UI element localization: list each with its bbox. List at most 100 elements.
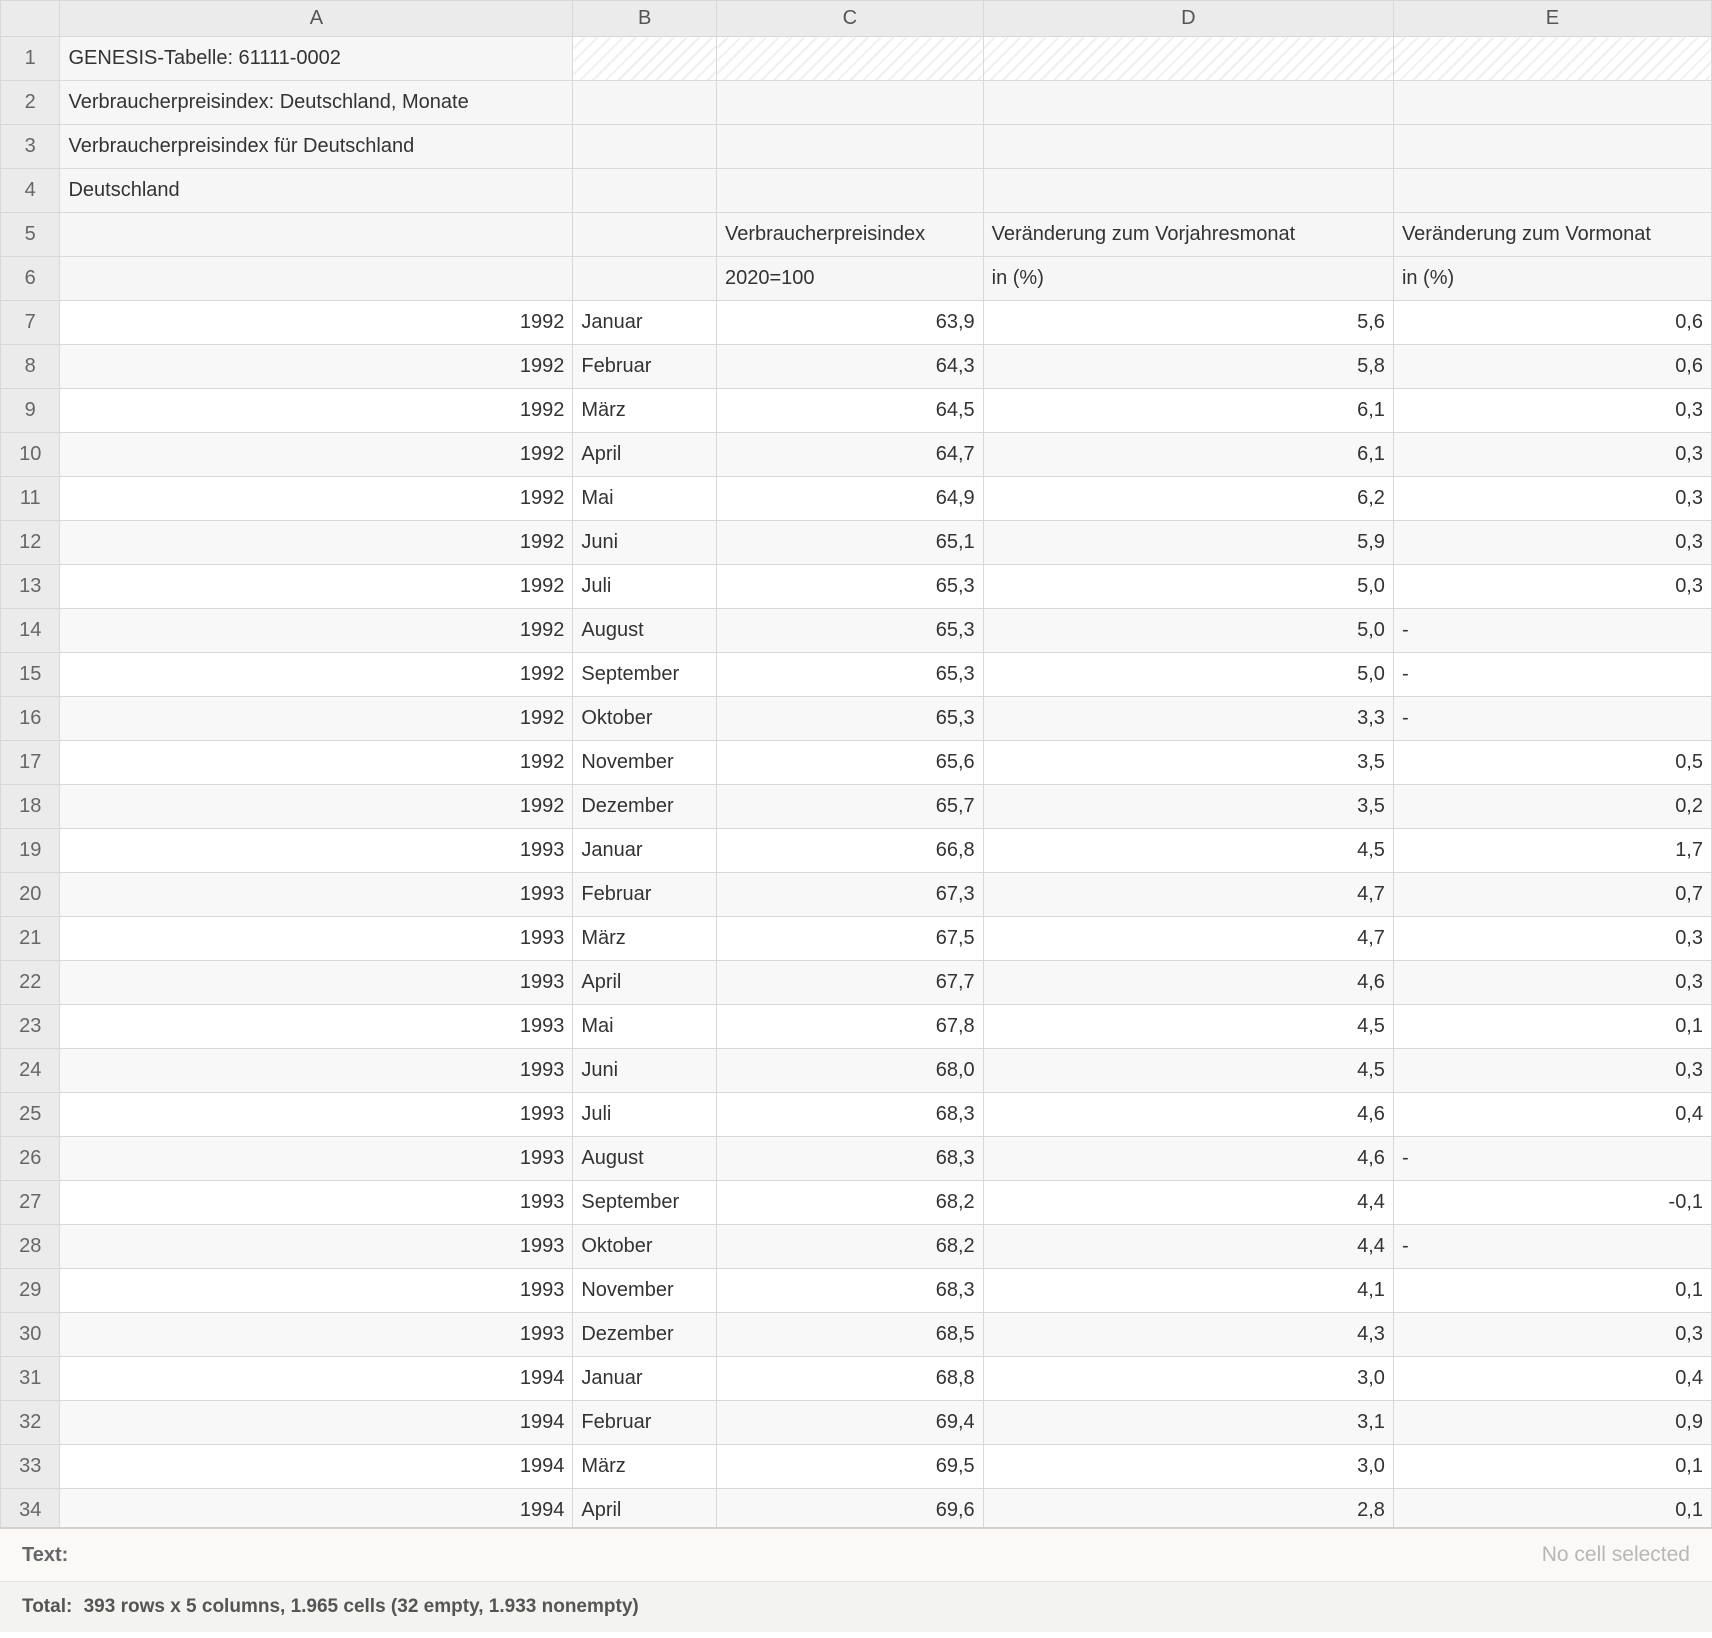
- cell[interactable]: -: [1393, 697, 1711, 741]
- cell[interactable]: 3,0: [983, 1357, 1393, 1401]
- row-header[interactable]: 27: [1, 1181, 60, 1225]
- row-header[interactable]: 26: [1, 1137, 60, 1181]
- cell[interactable]: 68,0: [716, 1049, 983, 1093]
- cell[interactable]: 6,1: [983, 433, 1393, 477]
- cell[interactable]: Veränderung zum Vormonat: [1393, 213, 1711, 257]
- cell[interactable]: Februar: [573, 1401, 717, 1445]
- cell[interactable]: 1993: [60, 873, 573, 917]
- cell[interactable]: 1993: [60, 1313, 573, 1357]
- cell[interactable]: 1992: [60, 653, 573, 697]
- cell[interactable]: 68,5: [716, 1313, 983, 1357]
- cell[interactable]: 1992: [60, 521, 573, 565]
- cell[interactable]: Verbraucherpreisindex für Deutschland: [60, 125, 573, 169]
- cell[interactable]: August: [573, 1137, 717, 1181]
- cell[interactable]: 1992: [60, 609, 573, 653]
- cell[interactable]: Januar: [573, 1357, 717, 1401]
- cell[interactable]: 6,1: [983, 389, 1393, 433]
- cell[interactable]: [573, 213, 717, 257]
- cell[interactable]: 67,5: [716, 917, 983, 961]
- cell[interactable]: 2020=100: [716, 257, 983, 301]
- row-header[interactable]: 10: [1, 433, 60, 477]
- cell[interactable]: 1994: [60, 1489, 573, 1529]
- cell[interactable]: 0,5: [1393, 741, 1711, 785]
- cell[interactable]: 1992: [60, 477, 573, 521]
- cell[interactable]: 68,3: [716, 1269, 983, 1313]
- row-header[interactable]: 17: [1, 741, 60, 785]
- row-header[interactable]: 1: [1, 37, 60, 81]
- cell[interactable]: 3,1: [983, 1401, 1393, 1445]
- cell[interactable]: 0,6: [1393, 345, 1711, 389]
- cell[interactable]: 2,8: [983, 1489, 1393, 1529]
- cell[interactable]: 0,4: [1393, 1093, 1711, 1137]
- cell[interactable]: 4,5: [983, 1049, 1393, 1093]
- cell[interactable]: -: [1393, 1225, 1711, 1269]
- cell[interactable]: -0,1: [1393, 1181, 1711, 1225]
- cell[interactable]: 5,9: [983, 521, 1393, 565]
- cell[interactable]: [983, 81, 1393, 125]
- cell[interactable]: 65,6: [716, 741, 983, 785]
- row-header[interactable]: 11: [1, 477, 60, 521]
- cell[interactable]: [573, 81, 717, 125]
- cell[interactable]: 5,0: [983, 565, 1393, 609]
- spreadsheet-scroll[interactable]: A B C D E 1GENESIS-Tabelle: 61111-00022V…: [0, 0, 1712, 1528]
- cell[interactable]: März: [573, 389, 717, 433]
- cell[interactable]: 1992: [60, 345, 573, 389]
- cell[interactable]: 1993: [60, 1225, 573, 1269]
- cell[interactable]: 4,5: [983, 829, 1393, 873]
- cell[interactable]: 64,9: [716, 477, 983, 521]
- row-header[interactable]: 24: [1, 1049, 60, 1093]
- cell[interactable]: [573, 37, 717, 81]
- row-header[interactable]: 4: [1, 169, 60, 213]
- cell[interactable]: April: [573, 961, 717, 1005]
- cell[interactable]: 1993: [60, 829, 573, 873]
- cell[interactable]: Veränderung zum Vorjahresmonat: [983, 213, 1393, 257]
- cell[interactable]: 64,5: [716, 389, 983, 433]
- cell[interactable]: [716, 125, 983, 169]
- cell[interactable]: 0,3: [1393, 389, 1711, 433]
- row-header[interactable]: 19: [1, 829, 60, 873]
- cell[interactable]: Mai: [573, 477, 717, 521]
- row-header[interactable]: 22: [1, 961, 60, 1005]
- row-header[interactable]: 34: [1, 1489, 60, 1529]
- cell[interactable]: -: [1393, 653, 1711, 697]
- cell[interactable]: 64,7: [716, 433, 983, 477]
- cell[interactable]: [60, 257, 573, 301]
- cell[interactable]: Januar: [573, 829, 717, 873]
- row-header[interactable]: 6: [1, 257, 60, 301]
- cell[interactable]: 4,5: [983, 1005, 1393, 1049]
- cell[interactable]: 1993: [60, 1093, 573, 1137]
- cell[interactable]: 65,1: [716, 521, 983, 565]
- cell[interactable]: Verbraucherpreisindex: [716, 213, 983, 257]
- cell[interactable]: 4,6: [983, 961, 1393, 1005]
- cell[interactable]: 5,0: [983, 609, 1393, 653]
- cell[interactable]: September: [573, 1181, 717, 1225]
- cell[interactable]: März: [573, 1445, 717, 1489]
- cell[interactable]: [1393, 169, 1711, 213]
- cell[interactable]: 5,6: [983, 301, 1393, 345]
- cell[interactable]: 65,7: [716, 785, 983, 829]
- cell[interactable]: 5,0: [983, 653, 1393, 697]
- cell[interactable]: 65,3: [716, 609, 983, 653]
- cell[interactable]: Januar: [573, 301, 717, 345]
- cell[interactable]: 3,3: [983, 697, 1393, 741]
- cell[interactable]: 68,2: [716, 1181, 983, 1225]
- cell[interactable]: Oktober: [573, 697, 717, 741]
- cell[interactable]: 0,1: [1393, 1445, 1711, 1489]
- cell[interactable]: 0,1: [1393, 1489, 1711, 1529]
- row-header[interactable]: 23: [1, 1005, 60, 1049]
- row-header[interactable]: 18: [1, 785, 60, 829]
- cell[interactable]: 1993: [60, 1005, 573, 1049]
- cell[interactable]: 65,3: [716, 653, 983, 697]
- cell[interactable]: [573, 125, 717, 169]
- cell[interactable]: 4,7: [983, 873, 1393, 917]
- row-header[interactable]: 25: [1, 1093, 60, 1137]
- col-header-A[interactable]: A: [60, 1, 573, 37]
- cell[interactable]: [1393, 125, 1711, 169]
- cell[interactable]: 1994: [60, 1401, 573, 1445]
- cell[interactable]: März: [573, 917, 717, 961]
- cell[interactable]: 6,2: [983, 477, 1393, 521]
- cell[interactable]: -: [1393, 609, 1711, 653]
- cell[interactable]: [716, 169, 983, 213]
- cell[interactable]: 0,2: [1393, 785, 1711, 829]
- cell[interactable]: 1993: [60, 1049, 573, 1093]
